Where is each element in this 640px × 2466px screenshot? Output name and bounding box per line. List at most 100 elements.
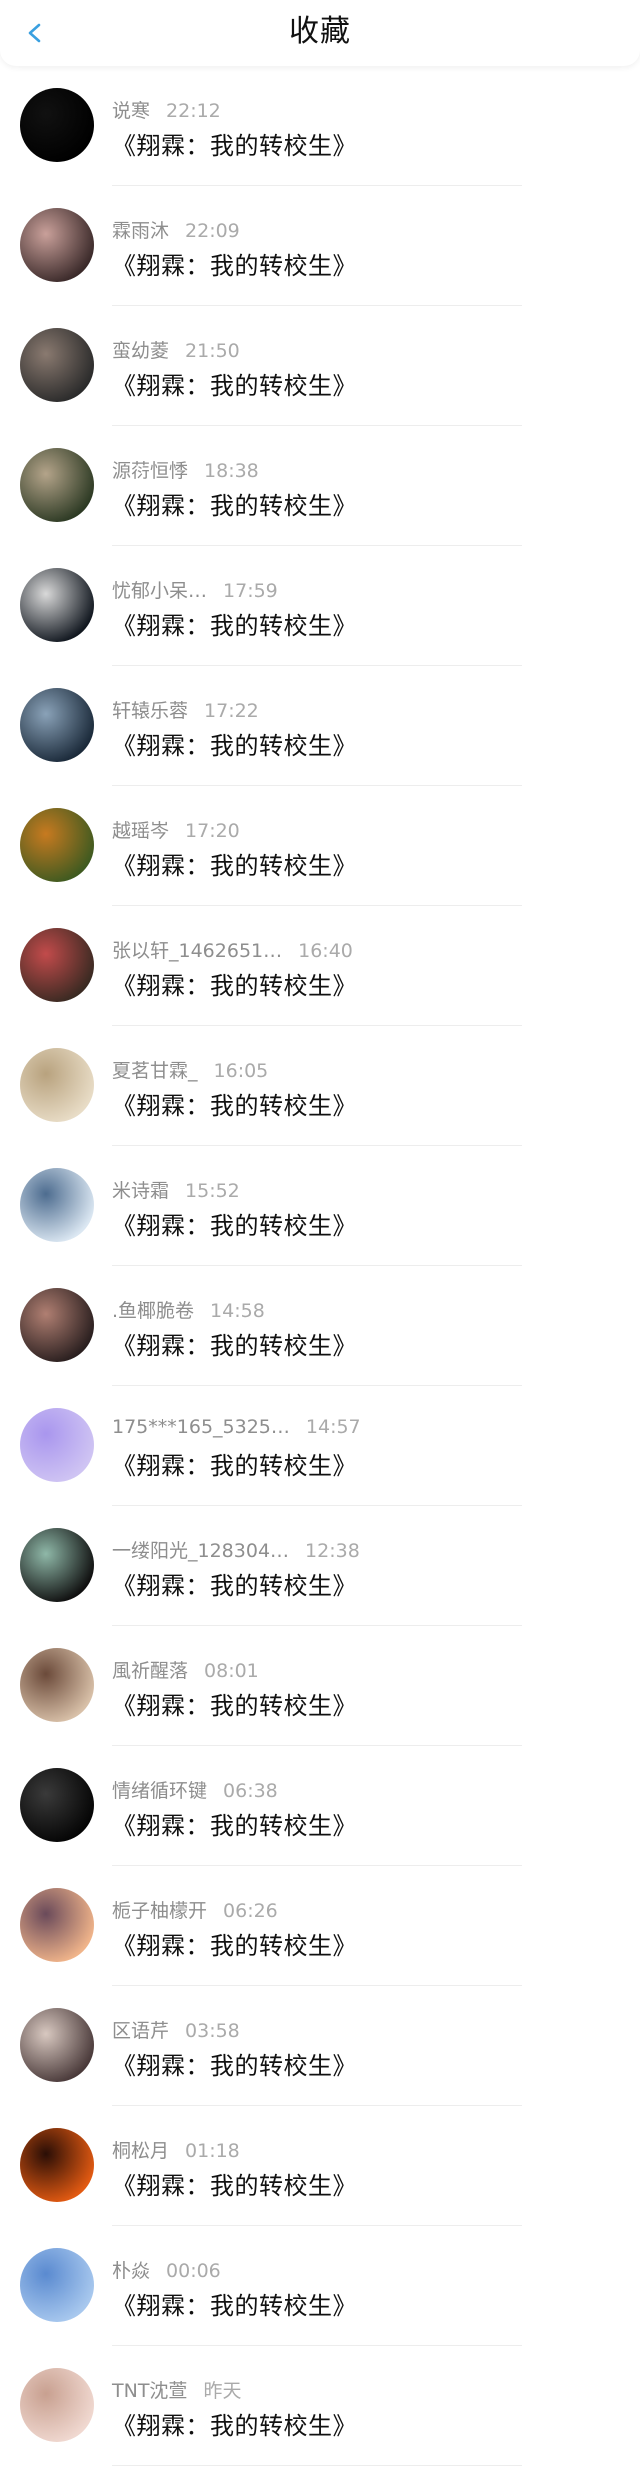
list-item[interactable]: 说寒 22:12 《翔霖：我的转校生》 [0,66,640,186]
user-name[interactable]: 越瑶岑 [112,820,169,842]
item-meta: 175***165_5325… 14:57 [112,1416,361,1438]
avatar[interactable] [20,2128,94,2202]
timestamp: 15:52 [185,1180,240,1202]
list-item[interactable]: 米诗霜 15:52 《翔霖：我的转校生》 [0,1146,640,1266]
item-content[interactable]: 《翔霖：我的转校生》 [112,1326,357,1361]
user-name[interactable]: 忧郁小呆… [112,580,207,602]
avatar[interactable] [20,208,94,282]
list-item[interactable]: 越瑶岑 17:20 《翔霖：我的转校生》 [0,786,640,906]
list-item[interactable]: 源葕恒悸 18:38 《翔霖：我的转校生》 [0,426,640,546]
list-item[interactable]: 栀子柚檬开 06:26 《翔霖：我的转校生》 [0,1866,640,1986]
user-name[interactable]: 蛮幼菱 [112,340,169,362]
item-content[interactable]: 《翔霖：我的转校生》 [112,1806,357,1841]
user-name[interactable]: 霖雨沐 [112,220,169,242]
user-name[interactable]: 米诗霜 [112,1180,169,1202]
item-content[interactable]: 《翔霖：我的转校生》 [112,606,357,641]
item-content[interactable]: 《翔霖：我的转校生》 [112,2406,357,2441]
avatar[interactable] [20,1768,94,1842]
list-item[interactable]: 風祈醒落 08:01 《翔霖：我的转校生》 [0,1626,640,1746]
avatar[interactable] [20,1648,94,1722]
timestamp: 06:26 [223,1900,278,1922]
list-item[interactable]: 一缕阳光_128304… 12:38 《翔霖：我的转校生》 [0,1506,640,1626]
avatar[interactable] [20,1408,94,1482]
avatar[interactable] [20,448,94,522]
list-item[interactable]: 蛮幼菱 21:50 《翔霖：我的转校生》 [0,306,640,426]
user-name[interactable]: 夏茗甘霖_ [112,1060,198,1082]
avatar[interactable] [20,1888,94,1962]
user-name[interactable]: 区语芹 [112,2020,169,2042]
item-content[interactable]: 《翔霖：我的转校生》 [112,1686,357,1721]
timestamp: 01:18 [185,2140,240,2162]
avatar[interactable] [20,568,94,642]
avatar[interactable] [20,688,94,762]
item-content[interactable]: 《翔霖：我的转校生》 [112,846,357,881]
item-meta: 夏茗甘霖_ 16:05 [112,1056,268,1083]
avatar[interactable] [20,1288,94,1362]
item-meta: 轩辕乐蓉 17:22 [112,696,259,723]
user-name[interactable]: TNT沈萱 [112,2380,187,2402]
item-meta: 霖雨沐 22:09 [112,216,240,243]
item-meta: 情绪循环键 06:38 [112,1776,278,1803]
user-name[interactable]: .鱼椰脆卷 [112,1300,194,1322]
item-content[interactable]: 《翔霖：我的转校生》 [112,2046,357,2081]
user-name[interactable]: 张以轩_1462651… [112,940,282,962]
item-content[interactable]: 《翔霖：我的转校生》 [112,246,357,281]
user-name[interactable]: 栀子柚檬开 [112,1900,207,1922]
item-meta: 蛮幼菱 21:50 [112,336,240,363]
list-item[interactable]: 朴焱 00:06 《翔霖：我的转校生》 [0,2226,640,2346]
avatar[interactable] [20,928,94,1002]
list-item[interactable]: 区语芹 03:58 《翔霖：我的转校生》 [0,1986,640,2106]
timestamp: 08:01 [204,1660,259,1682]
avatar[interactable] [20,2368,94,2442]
user-name[interactable]: 風祈醒落 [112,1660,188,1682]
timestamp: 昨天 [203,2380,242,2402]
timestamp: 16:05 [213,1060,269,1082]
list-item[interactable]: 轩辕乐蓉 17:22 《翔霖：我的转校生》 [0,666,640,786]
item-content[interactable]: 《翔霖：我的转校生》 [112,966,357,1001]
item-meta: TNT沈萱 昨天 [112,2376,241,2403]
user-name[interactable]: 桐松月 [112,2140,169,2162]
list-item[interactable]: 霖雨沐 22:09 《翔霖：我的转校生》 [0,186,640,306]
list-item[interactable]: 175***165_5325… 14:57 《翔霖：我的转校生》 [0,1386,640,1506]
list-item[interactable]: TNT沈萱 昨天《翔霖：我的转校生》 [0,2346,640,2466]
user-name[interactable]: 175***165_5325… [112,1416,290,1438]
item-content[interactable]: 《翔霖：我的转校生》 [112,1566,357,1601]
item-content[interactable]: 《翔霖：我的转校生》 [112,726,357,761]
user-name[interactable]: 源葕恒悸 [112,460,188,482]
item-content[interactable]: 《翔霖：我的转校生》 [112,1926,357,1961]
avatar[interactable] [20,1528,94,1602]
timestamp: 06:38 [223,1780,278,1802]
user-name[interactable]: 说寒 [112,100,150,122]
user-name[interactable]: 一缕阳光_128304… [112,1540,289,1562]
list-item[interactable]: 张以轩_1462651… 16:40 《翔霖：我的转校生》 [0,906,640,1026]
favorites-list: 说寒 22:12 《翔霖：我的转校生》 霖雨沐 22:09 《翔霖：我的转校生》 蛮幼菱 21… [0,66,640,2466]
item-content[interactable]: 《翔霖：我的转校生》 [112,2166,357,2201]
avatar[interactable] [20,2248,94,2322]
user-name[interactable]: 朴焱 [112,2260,150,2282]
list-item[interactable]: 桐松月 01:18 《翔霖：我的转校生》 [0,2106,640,2226]
item-meta: .鱼椰脆卷 14:58 [112,1296,265,1323]
item-content[interactable]: 《翔霖：我的转校生》 [112,1086,357,1121]
user-name[interactable]: 情绪循环键 [112,1780,207,1802]
list-item[interactable]: 忧郁小呆… 17:59 《翔霖：我的转校生》 [0,546,640,666]
avatar[interactable] [20,2008,94,2082]
item-content[interactable]: 《翔霖：我的转校生》 [112,126,357,161]
list-item[interactable]: 夏茗甘霖_ 16:05 《翔霖：我的转校生》 [0,1026,640,1146]
item-content[interactable]: 《翔霖：我的转校生》 [112,486,357,521]
avatar[interactable] [20,88,94,162]
top-bar: 收藏 [0,0,640,66]
item-content[interactable]: 《翔霖：我的转校生》 [112,2286,357,2321]
item-meta: 张以轩_1462651… 16:40 [112,936,353,963]
avatar[interactable] [20,1048,94,1122]
avatar[interactable] [20,1168,94,1242]
timestamp: 17:20 [185,820,240,842]
list-item[interactable]: .鱼椰脆卷 14:58 《翔霖：我的转校生》 [0,1266,640,1386]
list-item[interactable]: 情绪循环键 06:38 《翔霖：我的转校生》 [0,1746,640,1866]
avatar[interactable] [20,328,94,402]
avatar[interactable] [20,808,94,882]
item-content[interactable]: 《翔霖：我的转校生》 [112,366,357,401]
item-content[interactable]: 《翔霖：我的转校生》 [112,1446,357,1481]
item-content[interactable]: 《翔霖：我的转校生》 [112,1206,357,1241]
user-name[interactable]: 轩辕乐蓉 [112,700,188,722]
item-meta: 区语芹 03:58 [112,2016,240,2043]
